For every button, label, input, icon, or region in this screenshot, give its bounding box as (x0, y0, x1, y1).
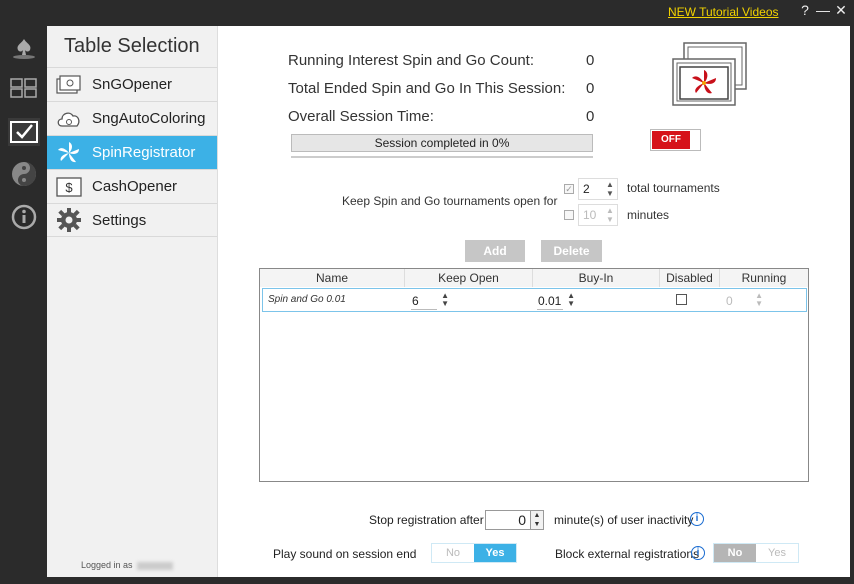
sidebar-item-label: SpinRegistrator (92, 144, 196, 161)
running-value: 0 (726, 294, 733, 308)
cards-icon (55, 73, 83, 97)
table-row[interactable]: Spin and Go 0.01 6 ▲ ▼ 0.01 ▲ ▼ 0 ▲ ▼ (262, 288, 807, 312)
block-external-no[interactable]: No (714, 544, 756, 562)
close-button[interactable]: ✕ (833, 2, 849, 19)
cloud-icon (55, 107, 83, 131)
sidebar-item-label: Settings (92, 211, 147, 229)
disabled-checkbox[interactable] (676, 294, 687, 305)
minutes-stepper[interactable]: 10 ▲ ▼ (578, 204, 618, 226)
checkmark-icon[interactable] (8, 118, 40, 146)
inactivity-suffix-label: minute(s) of user inactivity (554, 513, 694, 527)
tables-grid-icon[interactable] (8, 74, 40, 102)
session-toggle[interactable]: OFF (650, 129, 701, 151)
stepper-arrows-icon[interactable]: ▲ ▼ (441, 292, 449, 308)
minutes-value: 10 (583, 208, 597, 222)
yin-yang-icon[interactable] (8, 160, 40, 188)
buy-in-stepper[interactable]: 0.01 ▲ ▼ (537, 291, 575, 310)
running-stepper: 0 ▲ ▼ (725, 291, 763, 310)
stepper-arrows-icon[interactable]: ▲ ▼ (606, 206, 615, 224)
total-tournaments-checkbox[interactable]: ✓ (564, 184, 574, 194)
total-tournaments-value: 2 (583, 182, 590, 196)
stepper-arrows-icon[interactable]: ▲ ▼ (567, 292, 575, 308)
username-redacted (136, 561, 173, 570)
title-bar: NEW Tutorial Videos ? — ✕ (0, 0, 854, 26)
total-tournaments-label: total tournaments (627, 181, 720, 195)
session-progress-bar: Session completed in 0% (291, 134, 593, 152)
sidebar-item-sngopener[interactable]: SnGOpener (47, 67, 217, 101)
column-header-disabled[interactable]: Disabled (660, 269, 720, 287)
running-count-value: 0 (586, 52, 595, 69)
block-external-yes[interactable]: Yes (756, 544, 798, 562)
stop-registration-label: Stop registration after (369, 513, 484, 527)
ended-count-label: Total Ended Spin and Go In This Session: (288, 80, 566, 97)
inactivity-minutes-input[interactable]: 0 (485, 510, 531, 530)
block-external-toggle: No Yes (713, 543, 799, 563)
poker-table-icon[interactable] (8, 34, 40, 62)
svg-text:$: $ (65, 180, 73, 195)
delete-button[interactable]: Delete (541, 240, 602, 262)
play-sound-yes[interactable]: Yes (474, 544, 516, 562)
sidebar-item-label: SnGOpener (92, 76, 173, 93)
sidebar-item-label: CashOpener (92, 178, 178, 195)
add-button[interactable]: Add (465, 240, 525, 262)
total-tournaments-stepper[interactable]: 2 ▲ ▼ (578, 178, 618, 200)
sidebar-item-settings[interactable]: Settings (47, 203, 217, 237)
stepper-arrows-icon[interactable]: ▲ ▼ (606, 180, 615, 198)
play-sound-label: Play sound on session end (273, 547, 417, 561)
sidebar-item-spinregistrator[interactable]: SpinRegistrator (47, 135, 217, 169)
ended-count-value: 0 (586, 80, 595, 97)
column-header-keep-open[interactable]: Keep Open (405, 269, 533, 287)
row-name: Spin and Go 0.01 (268, 294, 346, 305)
main-panel: Running Interest Spin and Go Count: 0 To… (218, 26, 850, 577)
minutes-checkbox[interactable] (564, 210, 574, 220)
minutes-label: minutes (627, 208, 670, 222)
keep-open-value: 6 (412, 294, 419, 308)
progress-text: Session completed in 0% (374, 136, 510, 150)
info-icon[interactable]: i (690, 512, 704, 526)
session-time-label: Overall Session Time: (288, 108, 434, 125)
info-icon[interactable] (8, 203, 40, 231)
sidebar-item-label: SngAutoColoring (92, 110, 206, 127)
progress-underline (291, 156, 593, 158)
running-count-label: Running Interest Spin and Go Count: (288, 52, 534, 69)
gear-icon (55, 208, 83, 232)
play-sound-toggle: No Yes (431, 543, 517, 563)
column-header-name[interactable]: Name (260, 269, 405, 287)
logged-in-status: Logged in as (81, 560, 173, 570)
sidebar-item-sngautocoloring[interactable]: SngAutoColoring (47, 101, 217, 135)
play-sound-no[interactable]: No (432, 544, 474, 562)
inactivity-stepper-arrows-icon[interactable]: ▲ ▼ (530, 510, 544, 530)
buy-in-value: 0.01 (538, 294, 562, 308)
toggle-off-label: OFF (652, 131, 690, 149)
help-button[interactable]: ? (797, 2, 813, 18)
keep-open-label: Keep Spin and Go tournaments open for (342, 194, 558, 208)
column-header-running[interactable]: Running (720, 269, 808, 287)
sidebar-item-cashopener[interactable]: $ CashOpener (47, 169, 217, 203)
tutorial-videos-link[interactable]: NEW Tutorial Videos (668, 5, 779, 19)
stepper-arrows-icon: ▲ ▼ (755, 291, 763, 308)
logged-in-label: Logged in as (81, 560, 133, 570)
app-logo-icon (670, 41, 750, 113)
spin-icon (55, 141, 83, 165)
dollar-icon: $ (55, 175, 83, 199)
block-external-label: Block external registrations (555, 547, 700, 561)
keep-open-stepper[interactable]: 6 ▲ ▼ (411, 291, 449, 310)
sidebar: Table Selection SnGOpener SngAutoColorin… (47, 26, 218, 577)
sidebar-title: Table Selection (64, 35, 200, 57)
info-icon[interactable]: i (691, 546, 705, 560)
icon-bar (0, 26, 47, 584)
minimize-button[interactable]: — (815, 2, 831, 18)
session-time-value: 0 (586, 108, 595, 125)
tournament-grid: Name Keep Open Buy-In Disabled Running S… (259, 268, 809, 482)
column-header-buy-in[interactable]: Buy-In (533, 269, 660, 287)
